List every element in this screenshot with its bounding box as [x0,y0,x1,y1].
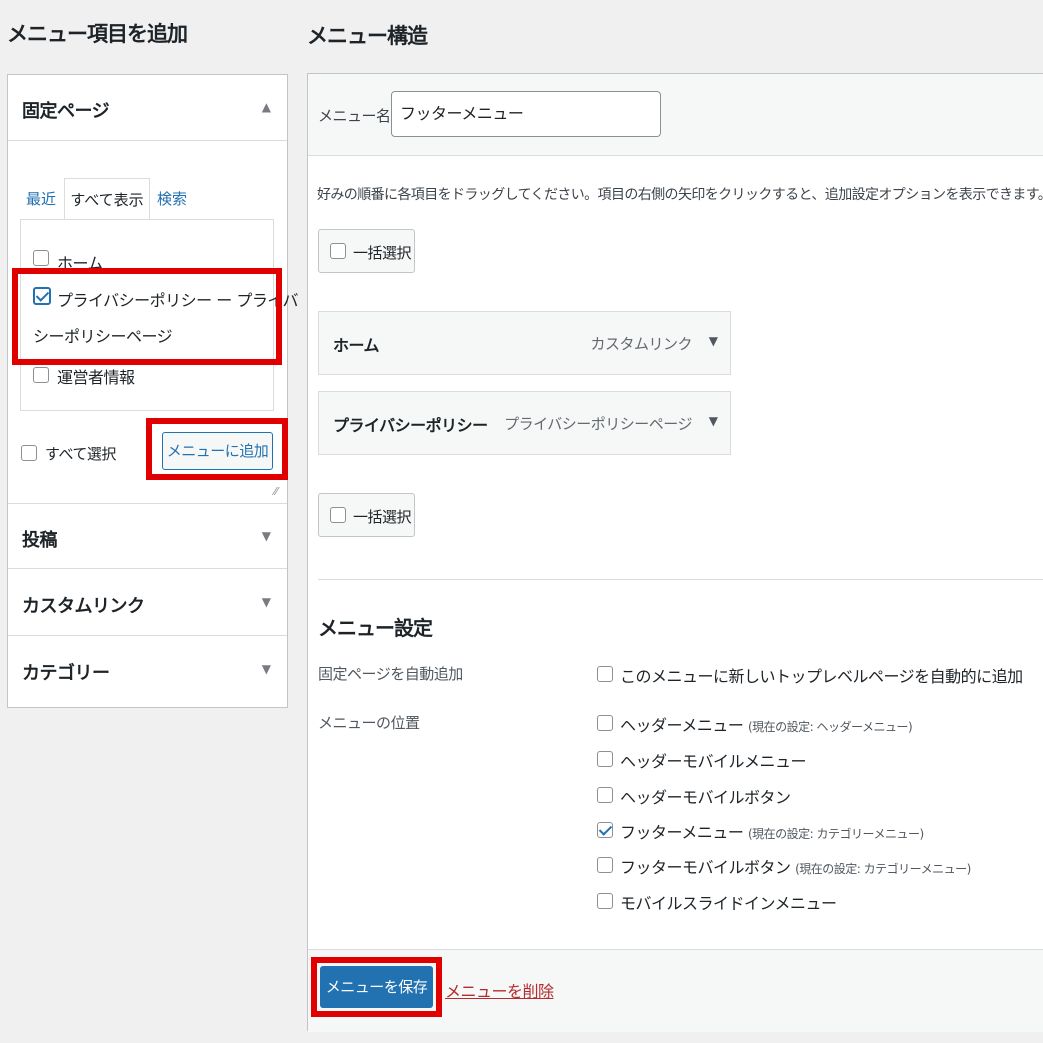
section-pages-header[interactable]: 固定ページ ▲ [8,75,287,141]
menu-item-home[interactable]: ホーム カスタムリンク ▼ [318,311,731,375]
menu-item-type: カスタムリンク [590,335,692,353]
add-menu-items-heading: メニュー項目を追加 [7,22,188,46]
location-header-menu: ヘッダーメニュー (現在の設定: ヘッダーメニュー) [620,712,913,736]
location-footer-mobile-button: フッターモバイルボタン (現在の設定: カテゴリーメニュー) [620,854,971,878]
location-footer-menu: フッターメニュー (現在の設定: カテゴリーメニュー) [620,819,924,843]
tab-search[interactable]: 検索 [154,178,190,220]
location-header-mobile-menu: ヘッダーモバイルメニュー [620,752,807,771]
divider [318,579,1043,580]
expand-arrow-icon: ▼ [261,529,271,543]
menu-item-title: ホーム [333,336,380,355]
tab-recent[interactable]: 最近 [20,178,62,220]
location-checkbox-footer-menu[interactable] [597,822,613,838]
bulk-select-label: 一括選択 [353,244,412,262]
highlight-box [12,268,282,365]
expand-arrow-icon: ▼ [261,662,271,676]
menu-settings-heading: メニュー設定 [318,616,433,640]
menu-item-type: プライバシーポリシーページ [504,415,692,433]
expand-arrow-icon: ▼ [261,595,271,609]
menu-item-title: プライバシーポリシー [333,416,488,435]
resize-handle-icon[interactable]: ⁄⁄ [274,485,278,498]
location-name: ヘッダーメニュー [620,716,744,735]
bulk-select-bottom[interactable]: 一括選択 [318,493,415,537]
drag-instructions: 好みの順番に各項目をドラッグしてください。項目の右側の矢印をクリックすると、追加… [317,187,1043,203]
section-categories-header[interactable]: カテゴリー ▼ [8,637,287,703]
highlight-box [311,957,442,1017]
expand-arrow-icon[interactable]: ▼ [709,414,718,428]
page-checkbox-operator[interactable] [33,367,49,383]
menu-name-input[interactable]: フッターメニュー [391,91,661,137]
menu-item-privacy[interactable]: プライバシーポリシー プライバシーポリシーページ ▼ [318,391,731,455]
location-checkbox-header-menu[interactable] [597,715,613,731]
select-all-checkbox[interactable] [21,445,37,461]
section-posts-title: 投稿 [22,530,58,551]
pages-tabs: 最近 すべて表示 検索 [20,178,272,220]
section-categories-title: カテゴリー [22,663,110,684]
menu-name-bar: メニュー名 フッターメニュー [308,74,1043,156]
location-name: フッターモバイルボタン [620,858,791,877]
page-checkbox-home[interactable] [33,250,49,266]
section-custom-links-title: カスタムリンク [22,596,145,617]
bulk-select-checkbox[interactable] [330,507,346,523]
select-all-label: すべて選択 [45,445,116,463]
location-header-mobile-button: ヘッダーモバイルボタン [620,788,791,807]
location-checkbox-header-mobile-menu[interactable] [597,751,613,767]
location-name: フッターメニュー [620,823,744,842]
section-pages-title: 固定ページ [22,101,110,122]
bulk-select-label: 一括選択 [353,508,412,526]
page-label-operator: 運営者情報 [57,368,135,387]
delete-menu-link[interactable]: メニューを削除 [445,978,554,1002]
menu-structure-heading: メニュー構造 [307,24,428,48]
location-checkbox-mobile-slide-in[interactable] [597,893,613,909]
section-custom-links-header[interactable]: カスタムリンク ▼ [8,570,287,636]
section-posts-header[interactable]: 投稿 ▼ [8,503,287,569]
highlight-box [146,418,288,480]
menu-structure-panel: メニュー名 フッターメニュー 好みの順番に各項目をドラッグしてください。項目の右… [307,73,1043,1032]
tab-view-all[interactable]: すべて表示 [64,178,150,220]
location-checkbox-header-mobile-button[interactable] [597,787,613,803]
location-checkbox-footer-mobile-button[interactable] [597,857,613,873]
bulk-select-top[interactable]: 一括選択 [318,229,415,273]
location-note: (現在の設定: カテゴリーメニュー) [747,827,924,841]
location-note: (現在の設定: ヘッダーメニュー) [747,720,913,734]
location-mobile-slide-in: モバイルスライドインメニュー [620,894,837,913]
expand-arrow-icon[interactable]: ▼ [709,334,718,348]
auto-add-checkbox[interactable] [597,666,613,682]
auto-add-label: 固定ページを自動追加 [318,665,463,683]
bulk-select-checkbox[interactable] [330,243,346,259]
location-note: (現在の設定: カテゴリーメニュー) [795,862,971,876]
menu-location-label: メニューの位置 [318,714,420,732]
collapse-arrow-icon: ▲ [261,100,271,114]
auto-add-option: このメニューに新しいトップレベルページを自動的に追加 [620,667,1023,686]
menu-name-label: メニュー名 [318,107,391,125]
